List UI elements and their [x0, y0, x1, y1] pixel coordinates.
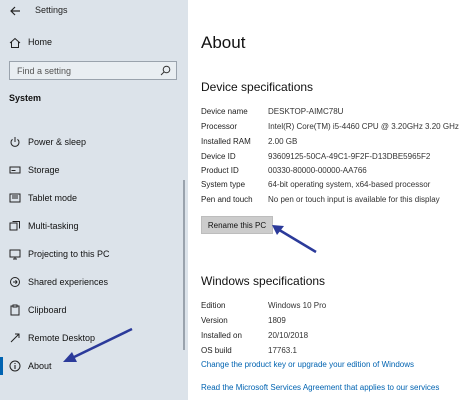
spec-value: 17763.1	[268, 346, 297, 355]
sidebar-item-about[interactable]: About	[0, 355, 188, 377]
clipboard-icon	[10, 304, 20, 316]
spec-value: 20/10/2018	[268, 331, 309, 340]
spec-value: No pen or touch input is available for t…	[268, 195, 440, 204]
spec-value: 64-bit operating system, x64-based proce…	[268, 180, 431, 189]
spec-row-device-id: Device ID 93609125-50CA-49C1-9F2F-D13DBE…	[201, 152, 471, 166]
sidebar-item-remote-desktop[interactable]: Remote Desktop	[0, 327, 188, 349]
section-label: System	[9, 93, 42, 103]
info-icon	[9, 360, 21, 372]
windows-specs-heading: Windows specifications	[201, 274, 326, 288]
spec-value: Intel(R) Core(TM) i5-4460 CPU @ 3.20GHz …	[268, 122, 459, 131]
storage-icon	[9, 166, 21, 174]
remote-desktop-icon	[10, 333, 20, 343]
spec-key: Version	[201, 316, 228, 325]
sidebar-item-storage[interactable]: Storage	[0, 159, 188, 181]
sidebar-item-tablet-mode[interactable]: Tablet mode	[0, 187, 188, 209]
sidebar-item-label: About	[28, 361, 52, 371]
spec-key: Processor	[201, 122, 238, 131]
sidebar-item-shared-experiences[interactable]: Shared experiences	[0, 271, 188, 293]
shared-experiences-icon	[10, 277, 20, 287]
sidebar: Settings Home Find a setting System Powe…	[0, 0, 188, 400]
spec-key: Pen and touch	[201, 195, 253, 204]
spec-key: Device name	[201, 107, 248, 116]
projecting-icon	[9, 249, 21, 260]
spec-value: DESKTOP-AIMC78U	[268, 107, 344, 116]
home-label: Home	[28, 37, 53, 47]
spec-row-device-name: Device name DESKTOP-AIMC78U	[201, 107, 471, 121]
sidebar-item-power-sleep[interactable]: Power & sleep	[0, 131, 188, 153]
spec-value: Windows 10 Pro	[268, 301, 327, 310]
spec-key: Device ID	[201, 152, 236, 161]
spec-row-processor: Processor Intel(R) Core(TM) i5-4460 CPU …	[201, 122, 471, 136]
title-bar: Settings	[0, 0, 188, 22]
change-product-key-link[interactable]: Change the product key or upgrade your e…	[201, 360, 414, 369]
device-specs-heading: Device specifications	[201, 80, 314, 94]
search-input[interactable]: Find a setting	[9, 61, 177, 80]
sidebar-item-label: Multi-tasking	[28, 221, 79, 231]
spec-row-os-build: OS build 17763.1	[201, 346, 471, 360]
sidebar-scrollbar[interactable]	[183, 180, 185, 350]
sidebar-item-label: Remote Desktop	[28, 333, 96, 343]
sidebar-item-label: Clipboard	[28, 305, 67, 315]
sidebar-item-label: Projecting to this PC	[28, 249, 110, 259]
spec-value: 93609125-50CA-49C1-9F2F-D13DBE5965F2	[268, 152, 431, 161]
sidebar-item-multitasking[interactable]: Multi-tasking	[0, 215, 188, 237]
spec-key: Installed RAM	[201, 137, 251, 146]
window-title: Settings	[35, 5, 68, 15]
sidebar-item-projecting[interactable]: Projecting to this PC	[0, 243, 188, 265]
search-placeholder: Find a setting	[17, 66, 72, 76]
spec-key: Product ID	[201, 166, 239, 175]
main-panel: About Device specifications Device name …	[188, 0, 474, 400]
spec-key: Installed on	[201, 331, 242, 340]
rename-pc-button[interactable]: Rename this PC	[201, 216, 273, 234]
sidebar-item-label: Power & sleep	[28, 137, 87, 147]
spec-row-installed-ram: Installed RAM 2.00 GB	[201, 137, 471, 151]
home-nav-item[interactable]: Home	[0, 34, 188, 52]
sidebar-item-label: Tablet mode	[28, 193, 78, 203]
spec-row-edition: Edition Windows 10 Pro	[201, 301, 471, 315]
sidebar-item-clipboard[interactable]: Clipboard	[0, 299, 188, 321]
multitasking-icon	[9, 221, 20, 231]
spec-row-product-id: Product ID 00330-80000-00000-AA766	[201, 166, 471, 180]
sidebar-item-label: Storage	[28, 165, 60, 175]
spec-row-installed-on: Installed on 20/10/2018	[201, 331, 471, 345]
sidebar-item-label: Shared experiences	[28, 277, 109, 287]
services-agreement-link[interactable]: Read the Microsoft Services Agreement th…	[201, 383, 439, 392]
home-icon	[9, 37, 21, 48]
page-title: About	[201, 33, 246, 52]
spec-row-system-type: System type 64-bit operating system, x64…	[201, 180, 471, 194]
spec-key: Edition	[201, 301, 226, 310]
spec-key: OS build	[201, 346, 232, 355]
spec-value: 2.00 GB	[268, 137, 298, 146]
power-icon	[10, 137, 20, 147]
spec-key: System type	[201, 180, 246, 189]
back-arrow-icon[interactable]	[8, 4, 22, 18]
selected-indicator	[0, 357, 3, 375]
search-icon	[160, 65, 171, 76]
tablet-mode-icon	[9, 193, 21, 203]
spec-row-pen-and-touch: Pen and touch No pen or touch input is a…	[201, 195, 471, 209]
spec-row-version: Version 1809	[201, 316, 471, 330]
spec-value: 00330-80000-00000-AA766	[268, 166, 367, 175]
spec-value: 1809	[268, 316, 286, 325]
